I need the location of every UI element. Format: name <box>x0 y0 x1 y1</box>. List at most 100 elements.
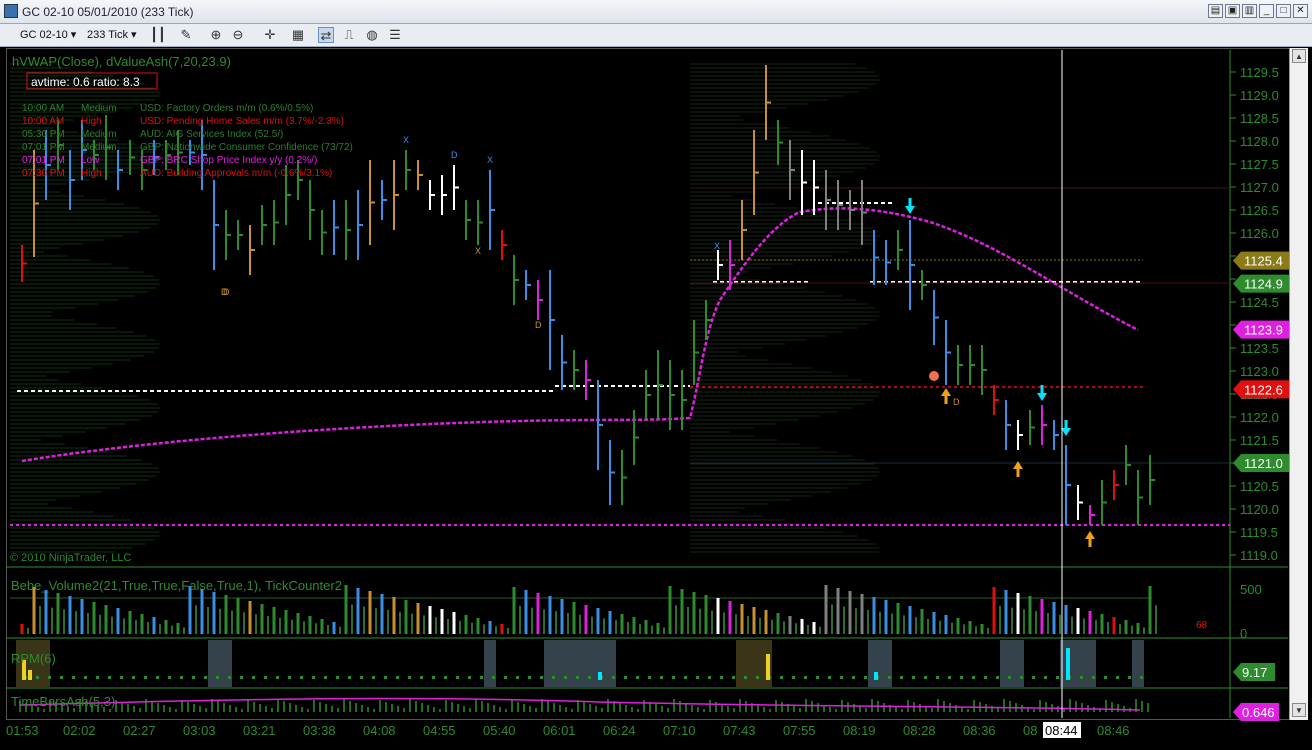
rpm-dot <box>1116 676 1119 679</box>
rpm-highlight-zone <box>208 640 232 687</box>
rpm-dot <box>132 676 135 679</box>
sell-arrow-icon <box>905 206 915 214</box>
price-marker-label: 1121.0 <box>1244 456 1283 471</box>
news-impact: High <box>81 116 102 127</box>
price-tick-label: 1120.5 <box>1240 479 1279 494</box>
time-axis-label: 06:24 <box>603 723 636 738</box>
rpm-dot <box>84 676 87 679</box>
rpm-dot <box>792 676 795 679</box>
rpm-dot <box>696 676 699 679</box>
news-time: 10:00 AM <box>22 116 64 127</box>
rpm-dot <box>372 676 375 679</box>
rpm-dot <box>252 676 255 679</box>
rpm-bar <box>1066 648 1070 680</box>
price-tick-label: 1120.0 <box>1240 502 1279 517</box>
rpm-dot <box>492 676 495 679</box>
rpm-dot <box>540 676 543 679</box>
rpm-dot <box>264 676 267 679</box>
price-tick-label: 1122.0 <box>1240 410 1279 425</box>
news-text: AUD: Building Approvals m/m (-0.6%/3.1%) <box>140 168 332 179</box>
rpm-dot <box>528 676 531 679</box>
price-marker-label: 1122.6 <box>1244 382 1283 397</box>
price-marker-label: 1125.4 <box>1244 254 1283 269</box>
time-axis-label: 07:43 <box>723 723 756 738</box>
rpm-dot <box>432 676 435 679</box>
news-impact: Medium <box>81 129 117 140</box>
time-axis-label: 06:01 <box>543 723 576 738</box>
news-text: USD: Factory Orders m/m (0.6%/0.5%) <box>140 103 313 114</box>
buy-arrow-icon <box>941 388 951 396</box>
rpm-dot <box>1092 676 1095 679</box>
rpm-dot <box>900 676 903 679</box>
news-time: 07:30 PM <box>22 168 65 179</box>
rpm-dot <box>636 676 639 679</box>
rpm-bar <box>874 672 878 680</box>
time-axis-label: 08:36 <box>963 723 996 738</box>
rpm-dot <box>684 676 687 679</box>
rpm-dot <box>888 676 891 679</box>
time-axis-label: 01:53 <box>6 723 39 738</box>
news-time: 05:30 PM <box>22 129 65 140</box>
price-tick-label: 1127.0 <box>1240 180 1279 195</box>
scroll-down-button[interactable]: ▼ <box>1292 703 1306 717</box>
time-axis-label: 04:55 <box>423 723 456 738</box>
vertical-scrollbar[interactable]: ▲ ▼ <box>1289 48 1308 720</box>
buy-arrow-icon <box>1085 531 1095 539</box>
rpm-dot <box>144 676 147 679</box>
signal-letter: D <box>451 150 458 160</box>
rpm-highlight-zone <box>1000 640 1024 687</box>
rpm-highlight-zone <box>484 640 496 687</box>
rpm-dot <box>72 676 75 679</box>
rpm-dot <box>708 676 711 679</box>
price-tick-label: 1124.5 <box>1240 295 1279 310</box>
chart-canvas[interactable]: 1129.5 1129.0 1128.5 1128.0 1127.5 1127.0 1126… <box>0 0 1312 750</box>
rpm-dot <box>312 676 315 679</box>
news-text: GBP: BRC Shop Price Index y/y (0.2%/) <box>140 155 317 166</box>
rpm-dot <box>552 676 555 679</box>
rpm-dot <box>960 676 963 679</box>
volume-panel-title: Bebe_Volume2(21,True,True,False,True,1),… <box>11 578 342 593</box>
cursor-time-label: 08:44 <box>1045 723 1078 738</box>
rpm-dot <box>840 676 843 679</box>
rpm-dot <box>1056 676 1059 679</box>
news-time: 07:01 PM <box>22 142 65 153</box>
rpm-highlight-zone <box>1060 640 1096 687</box>
rpm-dot <box>672 676 675 679</box>
news-text: USD: Pending Home Sales m/m (3.7%/-2.3%) <box>140 116 344 127</box>
rpm-dot <box>924 676 927 679</box>
rpm-dot <box>336 676 339 679</box>
price-tick-label: 1123.0 <box>1240 364 1279 379</box>
price-tick-label: 1123.5 <box>1240 341 1279 356</box>
rpm-highlight-zone <box>544 640 616 687</box>
rpm-highlight-zone <box>868 640 892 687</box>
time-axis-label: 03:38 <box>303 723 336 738</box>
price-tick-label: 1128.0 <box>1240 134 1279 149</box>
indicator-title: hVWAP(Close), dValueAsh(7,20,23.9) <box>12 54 231 69</box>
price-tick-label: 1127.5 <box>1240 157 1279 172</box>
rpm-dot <box>1032 676 1035 679</box>
signal-letter: D <box>223 287 230 297</box>
rpm-dot <box>168 676 171 679</box>
volume-tick: 500 <box>1240 582 1262 597</box>
rpm-dot <box>156 676 159 679</box>
news-time: 07:01 PM <box>22 155 65 166</box>
rpm-dot <box>300 676 303 679</box>
news-impact: Low <box>81 155 100 166</box>
time-axis-label: 08:46 <box>1097 723 1130 738</box>
timebars-title: TimeBarsAsh(5,3) <box>11 694 115 709</box>
rpm-dot <box>396 676 399 679</box>
scroll-up-button[interactable]: ▲ <box>1292 49 1306 63</box>
signal-letter: X <box>487 155 493 165</box>
rpm-dot <box>324 676 327 679</box>
time-axis-label: 08:19 <box>843 723 876 738</box>
rpm-dot <box>444 676 447 679</box>
time-axis-label: 08 <box>1023 723 1037 738</box>
rpm-dot <box>228 676 231 679</box>
rpm-dot <box>996 676 999 679</box>
rpm-dot <box>1020 676 1023 679</box>
news-text: AUD: AIG Services Index (52.5/) <box>140 129 283 140</box>
rpm-bar <box>28 670 32 680</box>
rpm-dot <box>984 676 987 679</box>
news-time: 10:00 AM <box>22 103 64 114</box>
signal-letter: D <box>953 397 960 407</box>
